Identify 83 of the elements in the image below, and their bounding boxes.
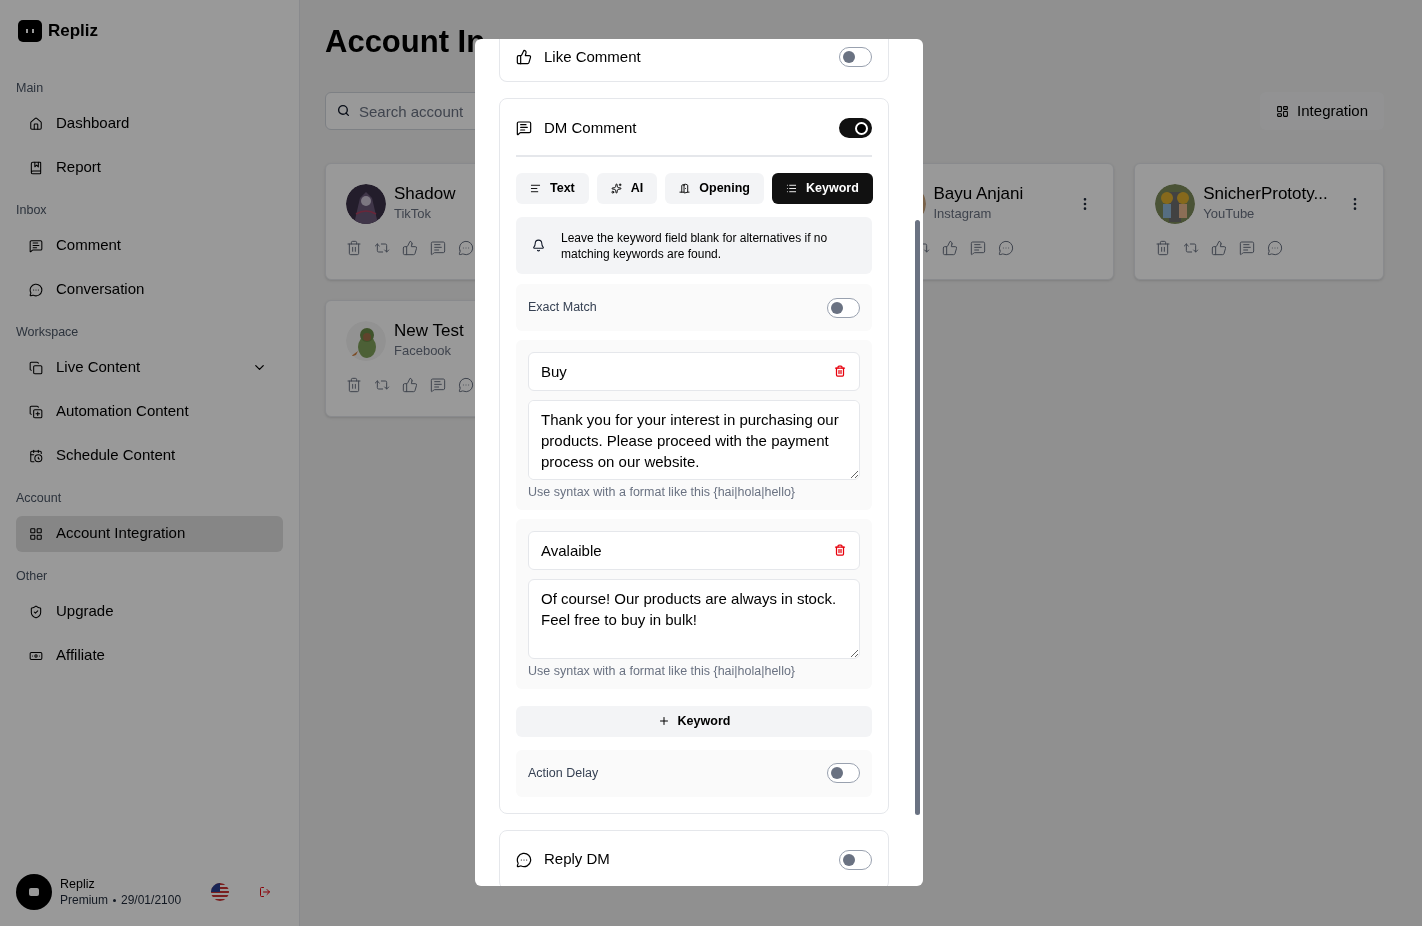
reply-field[interactable]: Thank you for your interest in purchasing our products. Please proceed with the payment process on our website. [528,400,860,480]
flag-icon[interactable] [211,883,229,901]
keyword-field[interactable]: Avalaible [528,530,860,570]
hint-text: Use syntax with a format like this {hai|hola|hello} [528,662,797,680]
plus-icon [657,715,670,727]
chat-icon[interactable] [458,240,474,256]
chat-icon[interactable] [997,240,1014,256]
brand-name: Repliz [48,20,99,42]
account-name: SnicherPrototy... [1203,184,1328,205]
door-icon [679,183,691,194]
comment-icon[interactable] [430,240,446,256]
shield-icon [29,604,43,619]
section-label: Main [16,79,45,96]
section-label: Other [16,567,49,584]
section-label: Account [16,489,63,506]
thumbs-up-icon[interactable] [1211,240,1228,256]
tab[interactable]: Keyword [772,173,873,204]
chat-icon [516,851,532,868]
feature-title: Like Comment [544,46,642,67]
comment-icon[interactable] [969,240,986,256]
nav-item[interactable]: Account Integration [16,515,283,552]
feature-title: DM Comment [544,117,638,138]
bookmark-icon [29,160,43,175]
comment-icon [516,120,532,136]
thumbs-up-icon[interactable] [941,240,958,256]
toggle-switch[interactable] [839,47,872,67]
tab[interactable]: AI [596,173,658,204]
section-label: Workspace [16,323,80,340]
chat-icon [29,282,43,297]
account-name: New Test [394,321,464,342]
hint-text: Use syntax with a format like this {hai|hola|hello} [528,484,797,501]
account-platform: Instagram [933,205,992,224]
user-plan: Premium [60,892,108,908]
info-text: Leave the keyword field blank for alternatives if no matching keywords are found. [561,229,829,262]
comment-icon [29,238,43,253]
chat-icon[interactable] [458,377,474,393]
delete-icon[interactable] [834,543,846,556]
option-label: Action Delay [528,764,599,782]
account-platform: YouTube [1203,205,1255,224]
thumbs-up-icon[interactable] [402,377,418,393]
add-keyword-button[interactable]: Keyword [516,705,872,737]
toggle-switch[interactable] [839,849,872,870]
trash-icon[interactable] [1155,240,1172,256]
tab[interactable]: Text [516,173,589,204]
logo-icon [18,19,42,42]
account-name: Shadow [394,184,456,205]
sparkles-icon [610,183,622,194]
trash-icon[interactable] [346,377,362,393]
chat-icon[interactable] [1267,240,1284,256]
search-icon [337,104,350,117]
delete-icon[interactable] [834,365,846,377]
text-lines-icon [530,183,541,194]
section-label: Inbox [16,201,48,218]
expiry-date: 29/01/2100 [121,892,182,908]
scrollbar[interactable] [915,220,920,815]
thumbs-up-icon [516,49,532,65]
dot-separator [113,898,116,902]
copy-plus-icon [29,404,43,419]
toggle-switch[interactable] [839,118,872,138]
calendar-clock-icon [29,448,43,463]
list-icon [786,183,797,194]
user-name: Repliz [60,876,96,892]
tab[interactable]: Opening [665,173,764,204]
toggle-switch[interactable] [827,297,860,318]
account-platform: TikTok [394,205,432,224]
comment-icon[interactable] [430,377,446,393]
logo-icon [29,888,39,896]
comment-icon[interactable] [1239,240,1256,256]
logout-icon[interactable] [259,886,271,898]
bell-icon [532,239,545,252]
copy-icon [29,360,43,375]
thumbs-up-icon[interactable] [402,240,418,256]
grid-icon [1276,104,1290,118]
reply-field[interactable]: Of course! Our products are always in stock. Feel free to buy in bulk! [528,578,860,659]
option-label: Exact Match [528,299,597,317]
home-icon [29,116,43,131]
account-platform: Facebook [394,342,452,361]
trash-icon[interactable] [346,240,362,256]
keyword-field[interactable]: Buy [528,352,860,391]
grid-icon [29,526,43,541]
account-name: Bayu Anjani [933,184,1024,205]
toggle-switch[interactable] [827,763,860,783]
feature-title: Reply DM [544,849,611,870]
